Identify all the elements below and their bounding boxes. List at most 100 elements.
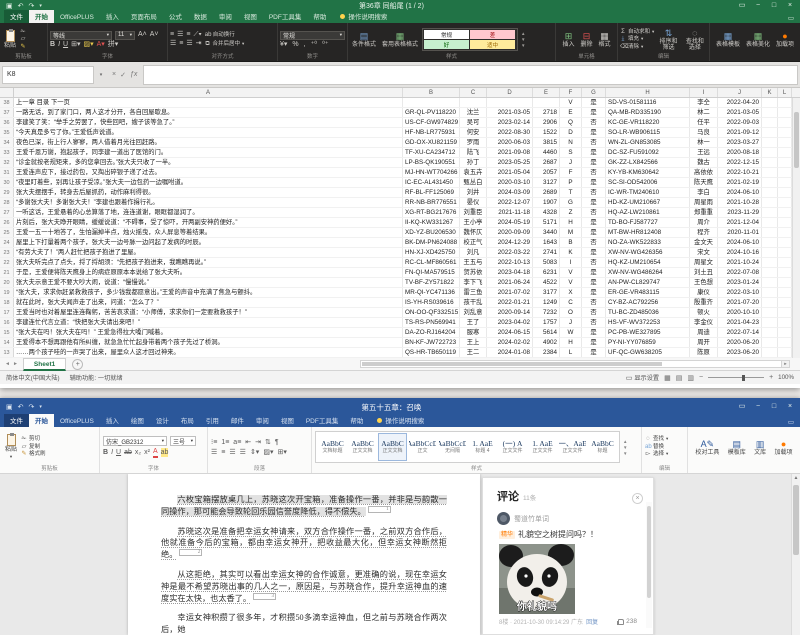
ribbon-tab-插入[interactable]: 插入	[100, 10, 125, 23]
column-header-K[interactable]: K	[762, 88, 778, 97]
cell[interactable]: 2024-06-15	[487, 328, 533, 337]
ribbon-tab-文件[interactable]: 文件	[4, 10, 29, 23]
find-button[interactable]: ◌查找▾	[645, 436, 684, 443]
cell[interactable]: 周星雨	[690, 198, 718, 207]
table-row[interactable]: 20张大夫示意王爱不要大吵大闹，说道：“慢慢说。”TV-BF-ZY571822李…	[0, 278, 800, 288]
zoom-in-button[interactable]: +	[769, 374, 773, 381]
save-icon[interactable]: ▣	[6, 403, 13, 411]
name-box-dropdown-icon[interactable]: ▾	[96, 72, 106, 78]
cell[interactable]: 周星文	[690, 258, 718, 267]
font-color-icon[interactable]: A▾	[97, 41, 105, 49]
cell[interactable]: 2022-12-15	[718, 158, 762, 167]
cell[interactable]: 屋里上下打量着两个孩子，张大夫一边号脉一边问起了发病的时辰。	[14, 238, 403, 247]
show-marks-icon[interactable]: ¶	[275, 438, 279, 447]
cell[interactable]: 李建连忙代言立道：“快把张大夫请出来吧！”	[14, 318, 403, 327]
cell-style-chip[interactable]: 适中	[470, 40, 515, 49]
cell[interactable]: 2024-10-16	[718, 248, 762, 257]
cell[interactable]: 2689	[533, 188, 560, 197]
cell[interactable]: IS-YH-RS039616	[403, 298, 460, 307]
table-row[interactable]: 26片刻后，张大夫睁开眼睛，缓缓说道：“不碍事，受了惊吓，开两副安神药便好。”I…	[0, 218, 800, 228]
cell[interactable]: 是	[582, 288, 606, 297]
addins-button[interactable]: ●加载项	[773, 439, 795, 456]
ribbon-tab-审阅[interactable]: 审阅	[213, 10, 238, 23]
cell[interactable]	[778, 128, 792, 137]
cell[interactable]	[778, 238, 792, 247]
cell[interactable]	[762, 258, 778, 267]
cell[interactable]: V	[560, 278, 582, 287]
row-number[interactable]: 13	[0, 348, 14, 357]
column-header-C[interactable]: C	[460, 88, 487, 97]
row-number[interactable]: 25	[0, 228, 14, 237]
cell[interactable]: 否	[582, 188, 606, 197]
cell[interactable]: 就在此时，张大夫闻声走了出来，问道：“怎么了？”	[14, 298, 403, 307]
cell[interactable]	[778, 98, 792, 107]
cell[interactable]: 2021-10-28	[718, 198, 762, 207]
cell[interactable]: RC-CL-MF860561	[403, 258, 460, 267]
cell[interactable]: Z	[560, 208, 582, 217]
multilevel-list-icon[interactable]: a≡	[233, 438, 241, 447]
cell[interactable]: IC-WR-TM240610	[606, 188, 690, 197]
cell[interactable]: 是	[582, 228, 606, 237]
cell[interactable]: I	[560, 258, 582, 267]
close-button[interactable]: ×	[783, 0, 797, 12]
cell[interactable]: H	[560, 218, 582, 227]
italic-button[interactable]: I	[58, 41, 60, 49]
cell[interactable]: 5614	[533, 328, 560, 337]
autosum-button[interactable]: Σ自动求和▾	[620, 29, 654, 36]
grow-font-icon[interactable]: A˄	[138, 31, 147, 39]
close-button[interactable]: ×	[783, 401, 797, 413]
underline-button[interactable]: U	[63, 41, 68, 49]
table-row[interactable]: 13……两个孩子哇的一声哭了出来，屋里众人这才回过神来。QS-HR-TB6501…	[0, 348, 800, 358]
ribbon-tab-布局[interactable]: 布局	[175, 414, 200, 427]
table-row[interactable]: 22张大夫听完点了点头，捋了捋胡须：“先把孩子抱进来，我瞧瞧再说。”RC-CL-…	[0, 258, 800, 268]
cell[interactable]: 2741	[533, 248, 560, 257]
cell[interactable]: 2021-07-02	[487, 288, 533, 297]
cell[interactable]: 1907	[533, 198, 560, 207]
cell[interactable]: GD-OX-XU821159	[403, 138, 460, 147]
cell[interactable]: NO-ZA-WK522833	[606, 238, 690, 247]
clear-button[interactable]: ⌫清除▾	[620, 44, 654, 51]
cell[interactable]: 王爱连声应下，接过药包，又掏出碎银子递了过去。	[14, 168, 403, 177]
cell[interactable]: 一路无话，到了家门口，两人这才分开，各自回屋歇息。	[14, 108, 403, 117]
cell[interactable]: 2022-01-21	[487, 298, 533, 307]
table-row[interactable]: 25王爱一五一十地答了，生怕漏掉半点，烛火摇曳，众人屏息等着结果。XD-YZ-B…	[0, 228, 800, 238]
sheet-tab[interactable]: Sheet1	[23, 358, 66, 371]
style-chip-无间隔[interactable]: AaBbCcD无间隔	[438, 433, 467, 461]
paste-button[interactable]: 粘贴▾	[3, 434, 19, 460]
cell[interactable]: E	[560, 108, 582, 117]
cell[interactable]: 2021-03-05	[718, 108, 762, 117]
cell[interactable]: US-CF-GW974829	[403, 118, 460, 127]
cell[interactable]: 2022-12-07	[487, 198, 533, 207]
format-painter-button[interactable]: ✎格式刷	[21, 451, 46, 458]
scrollbar-thumb[interactable]	[793, 485, 799, 555]
cell[interactable]: 晏仪	[460, 198, 487, 207]
select-button[interactable]: ▻选择▾	[645, 451, 684, 458]
cell[interactable]: 2057	[533, 168, 560, 177]
cell[interactable]: 宋文	[690, 248, 718, 257]
column-header-H[interactable]: H	[606, 88, 690, 97]
cell[interactable]: 2024-06-10	[718, 188, 762, 197]
cell[interactable]	[778, 318, 792, 327]
ribbon-tab-OfficePLUS[interactable]: OfficePLUS	[54, 417, 100, 427]
table-row[interactable]: 35“今天真是多亏了你。”王爱低声说道。HF-NB-LR775931何安2022…	[0, 128, 800, 138]
row-number[interactable]: 35	[0, 128, 14, 137]
table-row[interactable]: 19“张大夫，求求你赶紧救救孩子，多少钱我都愿意出。”王爱的声音中充满了焦急与颤…	[0, 288, 800, 298]
cell[interactable]: HN-XJ-XD425750	[403, 248, 460, 257]
cell[interactable]: 李仝	[690, 98, 718, 107]
ribbon-tab-绘图[interactable]: 绘图	[125, 414, 150, 427]
cell[interactable]: H	[560, 338, 582, 347]
cell[interactable]: 4328	[533, 208, 560, 217]
align-bottom-icon[interactable]: ≡	[186, 31, 190, 39]
cell[interactable]	[778, 348, 792, 357]
comment-marker[interactable]: 3	[253, 593, 276, 600]
cell[interactable]: 高依依	[690, 168, 718, 177]
row-number[interactable]: 14	[0, 338, 14, 347]
row-number[interactable]: 15	[0, 328, 14, 337]
cell[interactable]: SD-VS-01581116	[606, 98, 690, 107]
cell[interactable]: 2020-09-09	[487, 228, 533, 237]
row-number[interactable]: 21	[0, 268, 14, 277]
cell[interactable]: 夜色已深，街上行人寥寥，两人借着月光往回赶路。	[14, 138, 403, 147]
cell[interactable]: HQ-KZ-UM210654	[606, 258, 690, 267]
ribbon-tab-开始[interactable]: 开始	[29, 414, 54, 427]
cell[interactable]: FN-QI-MA579515	[403, 268, 460, 277]
